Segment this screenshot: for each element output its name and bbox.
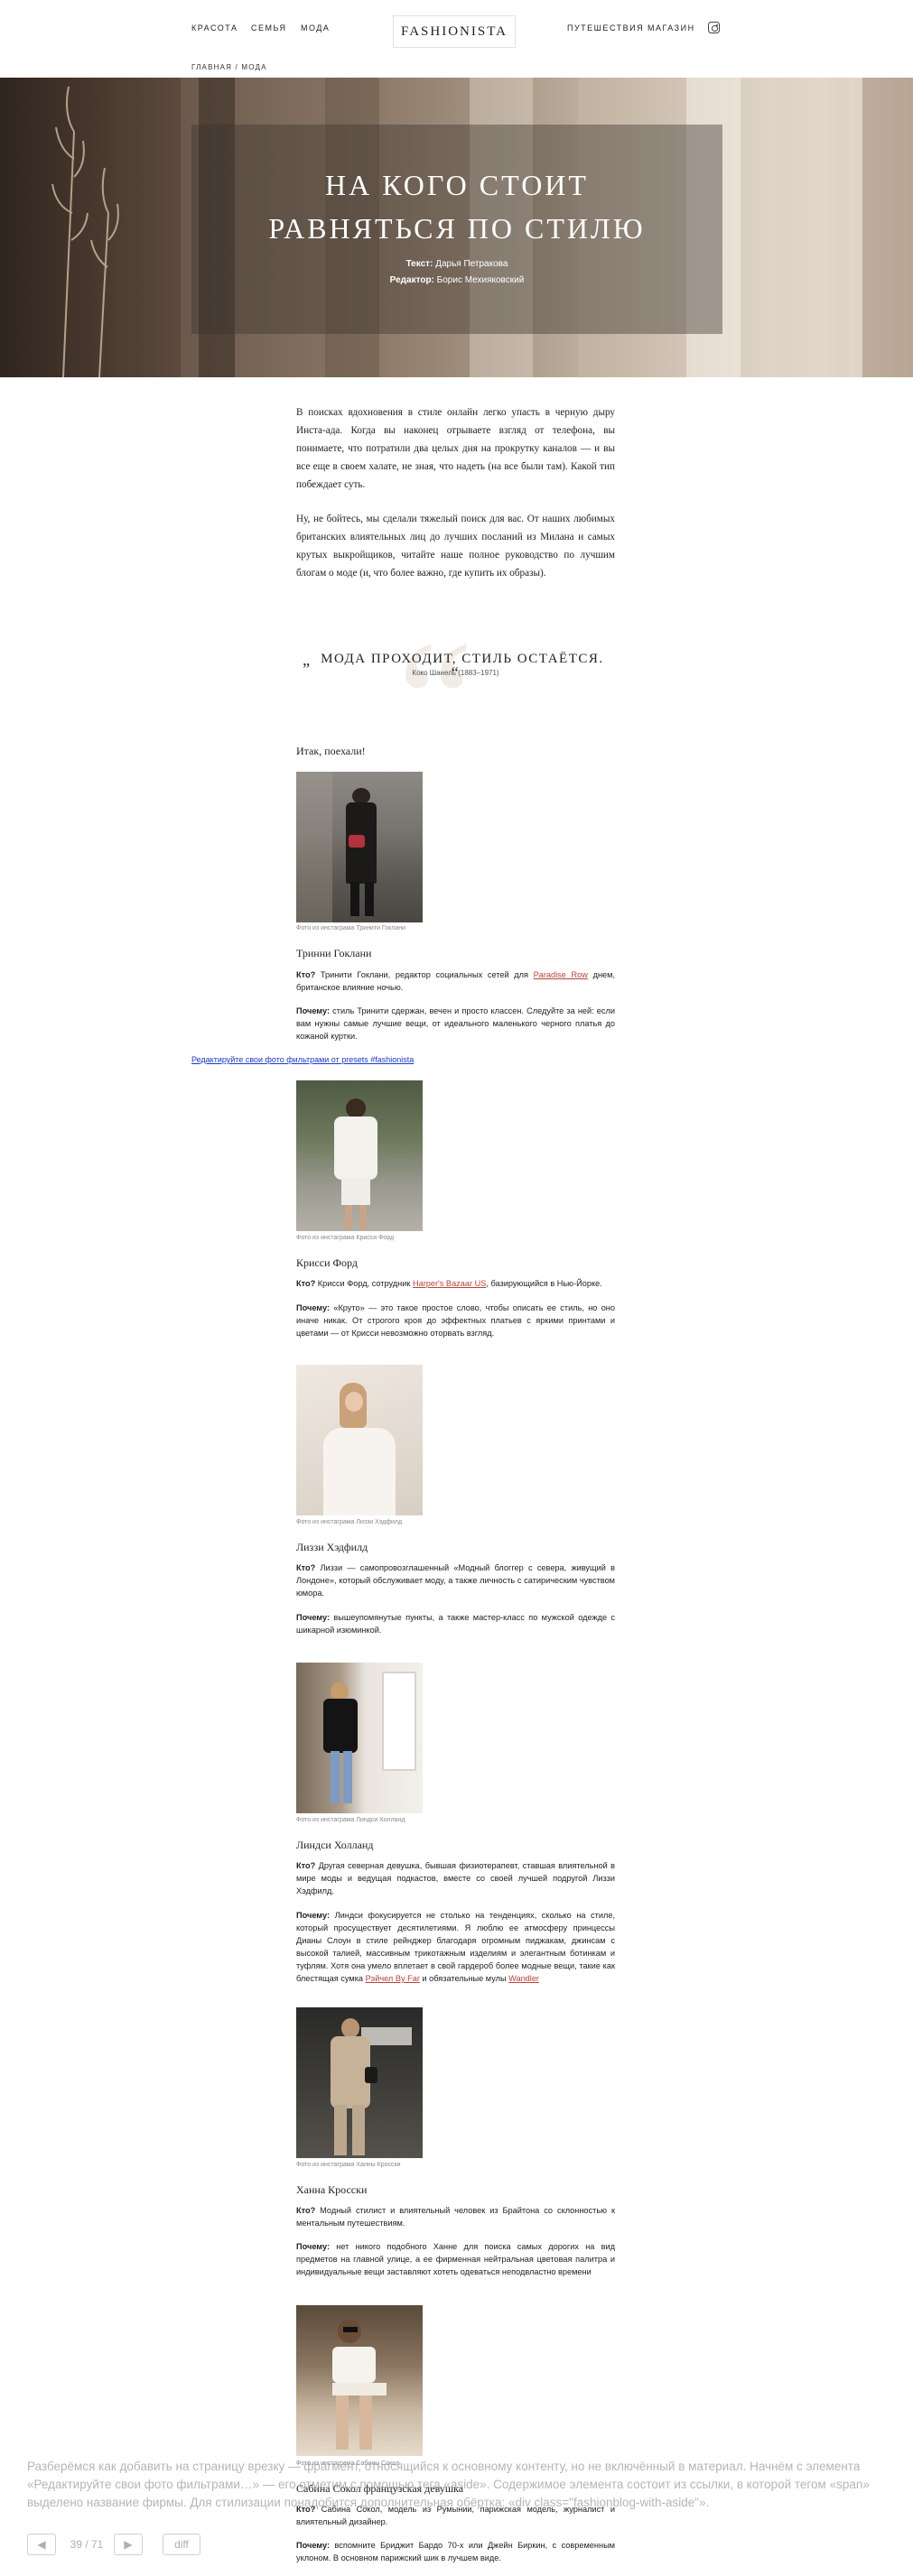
photo-caption: Фото из инстаграма Линдси Холланд bbox=[296, 1817, 405, 1823]
author-label: Текст: bbox=[405, 259, 433, 269]
blogger-name: Линдси Холланд bbox=[296, 1839, 374, 1851]
lead-text: Итак, поехали! bbox=[296, 745, 366, 757]
why-text: вспомните Бриджит Бардо 70-х или Джейн Б… bbox=[296, 2541, 615, 2562]
blogger-who: Кто? Другая северная девушка, бывшая физ… bbox=[296, 1859, 615, 1897]
hero-banner: НА КОГО СТОИТ РАВНЯТЬСЯ ПО СТИЛЮ Текст: … bbox=[0, 78, 913, 377]
blogger-who: Кто? Крисси Форд, сотрудник Harper's Baz… bbox=[296, 1277, 615, 1290]
site-logo[interactable]: FASHIONISTA bbox=[393, 15, 516, 48]
blogger-who: Кто? Тринити Гоклани, редактор социальны… bbox=[296, 968, 615, 994]
editor-name: Борис Мехияковский bbox=[436, 275, 525, 285]
blogger-photo bbox=[296, 1365, 423, 1515]
external-link[interactable]: Wandler bbox=[508, 1974, 539, 1983]
breadcrumb[interactable]: ГЛАВНАЯ / МОДА bbox=[191, 63, 267, 71]
blogger-name: Крисси Форд bbox=[296, 1256, 358, 1269]
why-text: вышеупомянутые пункты, а также мастер-кл… bbox=[296, 1613, 615, 1635]
why-text: «Круто» — это такое простое слово, чтобы… bbox=[296, 1303, 615, 1338]
blogger-why: Почему: вспомните Бриджит Бардо 70-х или… bbox=[296, 2539, 615, 2564]
photo-caption: Фото из инстаграма Лиззи Хэдфилд bbox=[296, 1519, 403, 1525]
nav-link-fashion[interactable]: МОДА bbox=[301, 23, 330, 32]
pull-quote: „ МОДА ПРОХОДИТ, СТИЛЬ ОСТАЁТСЯ. “ bbox=[296, 648, 615, 686]
aside-promo-link[interactable]: Редактируйте свои фото фильтрами от pres… bbox=[191, 1055, 414, 1064]
blogger-photo bbox=[296, 1663, 423, 1813]
why-text: и обязательные мулы bbox=[419, 1974, 509, 1983]
who-text: Модный стилист и влиятельный человек из … bbox=[296, 2206, 615, 2228]
editor-label: Редактор: bbox=[389, 275, 434, 285]
blogger-why: Почему: стиль Тринити сдержан, вечен и п… bbox=[296, 1005, 615, 1042]
blogger-why: Почему: «Круто» — это такое простое слов… bbox=[296, 1302, 615, 1339]
why-text: стиль Тринити сдержан, вечен и просто кл… bbox=[296, 1006, 615, 1041]
who-label: Кто? bbox=[296, 1279, 316, 1288]
hero-bg-stripe bbox=[777, 78, 849, 377]
top-navigation: КРАСОТА СЕМЬЯ МОДА FASHIONISTA ПУТЕШЕСТВ… bbox=[0, 0, 913, 78]
who-label: Кто? bbox=[296, 2206, 316, 2215]
who-text: Тринити Гоклани, редактор социальных сет… bbox=[315, 970, 534, 979]
author-name: Дарья Петракова bbox=[435, 259, 508, 269]
why-text: Линдси фокусируется не столько на тенден… bbox=[296, 1911, 615, 1983]
editor-credit: Редактор: Борис Мехияковский bbox=[191, 275, 722, 285]
blogger-why: Почему: вышеупомянутые пункты, а также м… bbox=[296, 1611, 615, 1636]
prev-button[interactable]: ◀ bbox=[27, 2534, 56, 2555]
author-credit: Текст: Дарья Петракова bbox=[191, 259, 722, 269]
who-text: , базирующийся в Нью-Йорке. bbox=[486, 1279, 602, 1288]
external-link[interactable]: Paradise Row bbox=[534, 970, 588, 979]
pampas-grass-icon bbox=[51, 86, 119, 377]
hero-bg-stripe bbox=[862, 78, 913, 377]
next-button[interactable]: ▶ bbox=[114, 2534, 143, 2555]
blogger-photo bbox=[296, 1080, 423, 1231]
nav-link-shop[interactable]: МАГАЗИН bbox=[647, 23, 695, 32]
who-text: Крисси Форд, сотрудник bbox=[315, 1279, 413, 1288]
nav-link-beauty[interactable]: КРАСОТА bbox=[191, 23, 238, 32]
step-counter: 39 / 71 bbox=[70, 2538, 104, 2551]
blogger-who: Кто? Модный стилист и влиятельный челове… bbox=[296, 2204, 615, 2229]
photo-caption: Фото из инстаграма Тринити Гоклани bbox=[296, 925, 406, 931]
why-label: Почему: bbox=[296, 2541, 331, 2550]
instagram-icon[interactable] bbox=[708, 22, 720, 33]
intro-paragraph: Ну, не бойтесь, мы сделали тяжелый поиск… bbox=[296, 514, 615, 579]
why-label: Почему: bbox=[296, 2242, 331, 2251]
blogger-photo bbox=[296, 772, 423, 922]
blogger-why: Почему: нет никого подобного Ханне для п… bbox=[296, 2240, 615, 2278]
quote-open-mark: „ bbox=[303, 651, 312, 669]
quote-background-icon: “ bbox=[397, 607, 474, 796]
who-label: Кто? bbox=[296, 970, 316, 979]
intro-paragraph: В поисках вдохновения в стиле онлайн лег… bbox=[296, 407, 615, 490]
blogger-name: Лиззи Хэдфилд bbox=[296, 1541, 368, 1553]
who-label: Кто? bbox=[296, 1563, 316, 1572]
blogger-who: Кто? Лиззи — самопровозглашенный «Модный… bbox=[296, 1561, 615, 1599]
page-title-line: РАВНЯТЬСЯ ПО СТИЛЮ bbox=[268, 212, 646, 245]
tutorial-overlay-text: Разберёмся как добавить на страницу врез… bbox=[27, 2460, 870, 2509]
page-title: НА КОГО СТОИТ РАВНЯТЬСЯ ПО СТИЛЮ bbox=[191, 163, 722, 250]
intro: В поисках вдохновения в стиле онлайн лег… bbox=[296, 403, 615, 582]
blogger-why: Почему: Линдси фокусируется не столько н… bbox=[296, 1909, 615, 1985]
why-label: Почему: bbox=[296, 1613, 331, 1622]
why-label: Почему: bbox=[296, 1303, 331, 1312]
blogger-name: Тринни Гоклани bbox=[296, 947, 372, 959]
blogger-photo bbox=[296, 2305, 423, 2456]
nav-link-travel[interactable]: ПУТЕШЕСТВИЯ bbox=[567, 23, 644, 32]
quote-text: МОДА ПРОХОДИТ, СТИЛЬ ОСТАЁТСЯ. bbox=[321, 652, 604, 666]
blogger-photo bbox=[296, 2007, 423, 2158]
why-text: нет никого подобного Ханне для поиска са… bbox=[296, 2242, 615, 2276]
external-link[interactable]: Harper's Bazaar US bbox=[413, 1279, 486, 1288]
why-label: Почему: bbox=[296, 1006, 331, 1015]
who-text: Другая северная девушка, бывшая физиотер… bbox=[296, 1861, 615, 1895]
nav-link-family[interactable]: СЕМЬЯ bbox=[251, 23, 287, 32]
photo-caption: Фото из инстаграма Ханны Кросски bbox=[296, 2162, 401, 2168]
quote-author: Коко Шанель (1883–1971) bbox=[412, 669, 499, 677]
who-label: Кто? bbox=[296, 1861, 316, 1870]
page-title-line: НА КОГО СТОИТ bbox=[325, 169, 589, 201]
external-link[interactable]: Рэйчел By Far bbox=[366, 1974, 420, 1983]
blogger-name: Ханна Кросски bbox=[296, 2183, 368, 2196]
diff-button[interactable]: diff bbox=[163, 2534, 200, 2555]
who-text: Лиззи — самопровозглашенный «Модный блог… bbox=[296, 1563, 615, 1598]
why-label: Почему: bbox=[296, 1911, 331, 1920]
photo-caption: Фото из инстаграма Крисси Форд bbox=[296, 1235, 395, 1241]
